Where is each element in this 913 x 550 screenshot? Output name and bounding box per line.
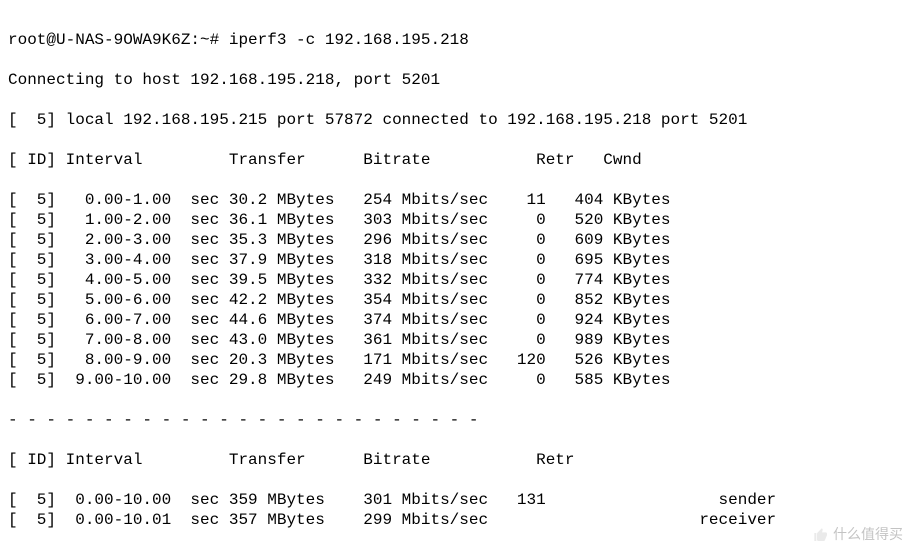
header-line: [ ID] Interval Transfer Bitrate Retr Cwn… xyxy=(8,150,905,170)
connecting-line: Connecting to host 192.168.195.218, port… xyxy=(8,70,905,90)
watermark: 什么值得买 xyxy=(813,524,903,544)
summary-header-line: [ ID] Interval Transfer Bitrate Retr xyxy=(8,450,905,470)
interval-row: [ 5] 0.00-1.00 sec 30.2 MBytes 254 Mbits… xyxy=(8,190,905,210)
shell-prompt: root@U-NAS-9OWA9K6Z:~# xyxy=(8,31,229,49)
interval-row: [ 5] 3.00-4.00 sec 37.9 MBytes 318 Mbits… xyxy=(8,250,905,270)
prompt-line: root@U-NAS-9OWA9K6Z:~# iperf3 -c 192.168… xyxy=(8,30,905,50)
interval-row: [ 5] 2.00-3.00 sec 35.3 MBytes 296 Mbits… xyxy=(8,230,905,250)
terminal-output[interactable]: root@U-NAS-9OWA9K6Z:~# iperf3 -c 192.168… xyxy=(0,0,913,550)
interval-row: [ 5] 8.00-9.00 sec 20.3 MBytes 171 Mbits… xyxy=(8,350,905,370)
interval-row: [ 5] 5.00-6.00 sec 42.2 MBytes 354 Mbits… xyxy=(8,290,905,310)
interval-row: [ 5] 6.00-7.00 sec 44.6 MBytes 374 Mbits… xyxy=(8,310,905,330)
interval-row: [ 5] 9.00-10.00 sec 29.8 MBytes 249 Mbit… xyxy=(8,370,905,390)
interval-row: [ 5] 1.00-2.00 sec 36.1 MBytes 303 Mbits… xyxy=(8,210,905,230)
interval-row: [ 5] 4.00-5.00 sec 39.5 MBytes 332 Mbits… xyxy=(8,270,905,290)
summary-row: [ 5] 0.00-10.00 sec 359 MBytes 301 Mbits… xyxy=(8,490,905,510)
watermark-text: 什么值得买 xyxy=(833,526,903,542)
interval-row: [ 5] 7.00-8.00 sec 43.0 MBytes 361 Mbits… xyxy=(8,330,905,350)
local-line: [ 5] local 192.168.195.215 port 57872 co… xyxy=(8,110,905,130)
command: iperf3 -c 192.168.195.218 xyxy=(229,31,469,49)
summary-row: [ 5] 0.00-10.01 sec 357 MBytes 299 Mbits… xyxy=(8,510,905,530)
thumbs-up-icon xyxy=(813,527,829,543)
divider-line: - - - - - - - - - - - - - - - - - - - - … xyxy=(8,410,905,430)
